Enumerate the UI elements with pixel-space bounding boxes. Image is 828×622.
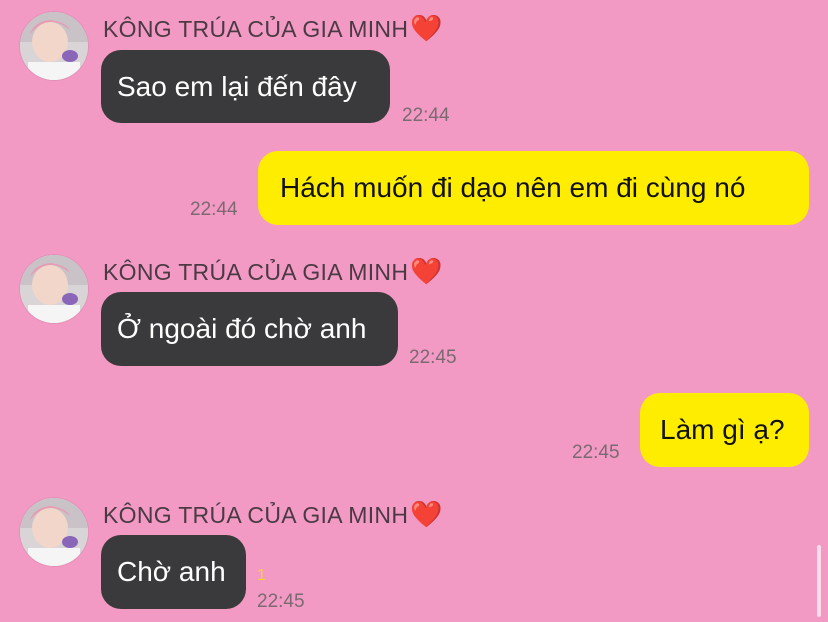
message-text: Hách muốn đi dạo nên em đi cùng nó xyxy=(280,172,746,203)
scrollbar[interactable] xyxy=(817,545,821,617)
message-text: Làm gì ạ? xyxy=(660,414,785,445)
sender-name: KÔNG TRÚA CỦA GIA MINH❤️ xyxy=(103,499,443,530)
message-timestamp: 22:44 xyxy=(402,105,450,126)
unread-count-badge: 1 xyxy=(257,567,266,584)
sender-name: KÔNG TRÚA CỦA GIA MINH❤️ xyxy=(103,256,443,287)
message-timestamp: 22:45 xyxy=(409,347,457,368)
contact-avatar[interactable] xyxy=(20,498,88,566)
message-timestamp: 22:45 xyxy=(257,591,305,612)
message-timestamp: 22:45 xyxy=(572,442,620,463)
heart-icon: ❤️ xyxy=(410,256,443,286)
incoming-message-bubble[interactable]: Sao em lại đến đây xyxy=(101,50,390,123)
contact-avatar[interactable] xyxy=(20,255,88,323)
contact-avatar[interactable] xyxy=(20,12,88,80)
message-text: Chờ anh xyxy=(117,556,226,587)
sender-name-text: KÔNG TRÚA CỦA GIA MINH xyxy=(103,16,409,42)
message-text: Ở ngoài đó chờ anh xyxy=(117,313,367,344)
incoming-message-bubble[interactable]: Ở ngoài đó chờ anh xyxy=(101,292,398,366)
outgoing-message-bubble[interactable]: Làm gì ạ? xyxy=(640,393,809,467)
outgoing-message-bubble[interactable]: Hách muốn đi dạo nên em đi cùng nó xyxy=(258,151,809,225)
sender-name-text: KÔNG TRÚA CỦA GIA MINH xyxy=(103,502,409,528)
message-timestamp: 22:44 xyxy=(190,199,238,220)
heart-icon: ❤️ xyxy=(410,13,443,43)
heart-icon: ❤️ xyxy=(410,499,443,529)
sender-name: KÔNG TRÚA CỦA GIA MINH❤️ xyxy=(103,13,443,44)
sender-name-text: KÔNG TRÚA CỦA GIA MINH xyxy=(103,259,409,285)
incoming-message-bubble[interactable]: Chờ anh xyxy=(101,535,246,609)
message-text: Sao em lại đến đây xyxy=(117,70,357,102)
